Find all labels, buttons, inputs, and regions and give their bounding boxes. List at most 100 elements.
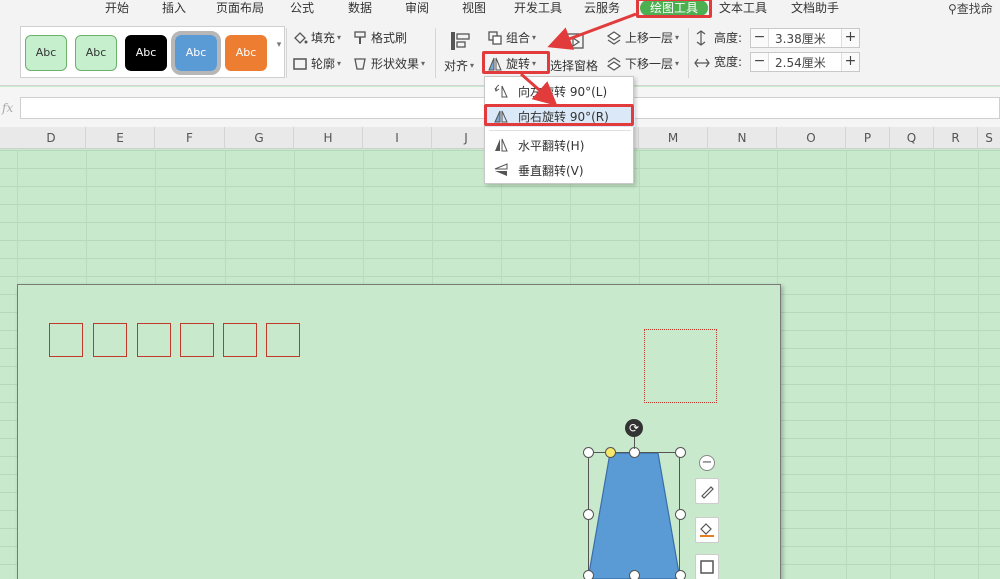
width-input[interactable] — [769, 53, 841, 71]
shape-outline-tool[interactable] — [695, 554, 719, 579]
gallery-more-icon[interactable]: ▾ — [273, 40, 285, 70]
bring-forward-icon — [606, 31, 622, 45]
shape-style-tool[interactable] — [695, 478, 719, 504]
column-header-g[interactable]: G — [225, 127, 294, 149]
column-header-m[interactable]: M — [639, 127, 708, 149]
chevron-down-icon: ▾ — [532, 33, 537, 42]
width-label: 宽度: — [714, 55, 743, 69]
adjust-handle[interactable] — [605, 447, 616, 458]
send-backward-label: 下移一层 — [625, 57, 674, 71]
tab-developer[interactable]: 开发工具 — [514, 0, 562, 18]
align-button[interactable]: 对齐 ▾ — [444, 56, 474, 76]
tab-text-tools[interactable]: 文本工具 — [719, 0, 767, 18]
shape-effects-icon — [354, 58, 366, 70]
resize-handle[interactable] — [675, 447, 686, 458]
rotate-handle-icon[interactable]: ⟳ — [625, 419, 643, 437]
height-input[interactable] — [769, 29, 841, 47]
resize-handle[interactable] — [675, 509, 686, 520]
postcode-box[interactable] — [49, 323, 83, 357]
column-header-h[interactable]: H — [294, 127, 363, 149]
tab-doc-assistant[interactable]: 文档助手 — [791, 0, 839, 18]
chevron-down-icon: ▾ — [337, 59, 342, 68]
fill-label: 填充 — [311, 31, 336, 45]
bring-forward-label: 上移一层 — [625, 31, 674, 45]
align-label: 对齐 — [444, 59, 469, 73]
flip-vertical-icon — [494, 163, 508, 176]
height-increase-button[interactable]: + — [841, 29, 859, 47]
postcode-box[interactable] — [93, 323, 127, 357]
pen-icon — [701, 486, 714, 499]
column-header-p[interactable]: P — [846, 127, 890, 149]
tab-view[interactable]: 视图 — [462, 0, 486, 18]
format-painter-icon — [354, 31, 366, 44]
rotate-menu: 向左旋转 90°(L) 向右旋转 90°(R) 水平翻转(H) 垂直翻转(V) — [484, 76, 635, 184]
highlight-drawing-tools-tab — [636, 0, 712, 18]
menu-item-flip-vertical[interactable]: 垂直翻转(V) — [485, 159, 635, 181]
fill-button[interactable]: 填充 ▾ — [292, 28, 341, 48]
chevron-down-icon: ▾ — [470, 61, 475, 70]
column-header-n[interactable]: N — [708, 127, 777, 149]
resize-handle[interactable] — [675, 570, 686, 579]
flip-horizontal-icon — [495, 138, 508, 152]
column-header-q[interactable]: Q — [890, 127, 934, 149]
format-painter-button[interactable]: 格式刷 — [352, 28, 407, 48]
selection-pane-icon — [564, 33, 584, 49]
bring-forward-button[interactable]: 上移一层 ▾ — [606, 28, 679, 48]
resize-handle[interactable] — [583, 570, 594, 579]
column-header-r[interactable]: R — [934, 127, 978, 149]
postcode-box[interactable] — [266, 323, 300, 357]
collapse-toolbar-button[interactable]: − — [699, 455, 715, 471]
outline-label: 轮廓 — [311, 57, 336, 71]
stamp-box[interactable] — [644, 329, 717, 403]
shape-style-1[interactable]: Abc — [25, 35, 67, 71]
tab-formulas[interactable]: 公式 — [290, 0, 314, 18]
align-icon — [451, 32, 470, 50]
menu-tabs: 开始 插入 页面布局 公式 数据 审阅 视图 开发工具 云服务 绘图工具 文本工… — [0, 0, 1000, 18]
chevron-down-icon: ▾ — [675, 33, 680, 42]
tab-insert[interactable]: 插入 — [162, 0, 186, 18]
column-header-f[interactable]: F — [155, 127, 225, 149]
send-backward-button[interactable]: 下移一层 ▾ — [606, 54, 679, 74]
width-stepper: − + — [750, 52, 860, 72]
postcode-box[interactable] — [223, 323, 257, 357]
selection-pane-button[interactable]: 选择窗格 — [550, 56, 598, 76]
shape-style-3[interactable]: Abc — [125, 35, 167, 71]
height-icon — [696, 30, 706, 46]
outline-button[interactable]: 轮廓 ▾ — [292, 54, 341, 74]
tab-review[interactable]: 审阅 — [405, 0, 429, 18]
search-icon: ⚲ — [948, 2, 957, 16]
shape-style-2[interactable]: Abc — [75, 35, 117, 71]
rotate-left-icon — [494, 84, 508, 98]
tab-home[interactable]: 开始 — [105, 0, 129, 18]
shape-style-gallery: Abc Abc Abc Abc Abc — [20, 26, 285, 78]
width-increase-button[interactable]: + — [841, 53, 859, 71]
menu-item-rotate-left[interactable]: 向左旋转 90°(L) — [485, 80, 635, 102]
resize-handle[interactable] — [583, 509, 594, 520]
shape-style-5[interactable]: Abc — [225, 35, 267, 71]
menu-item-flip-horizontal[interactable]: 水平翻转(H) — [485, 134, 635, 156]
menu-item-label: 向左旋转 90°(L) — [518, 84, 608, 99]
tab-cloud-service[interactable]: 云服务 — [584, 0, 620, 18]
column-header-s[interactable]: S — [978, 127, 1000, 149]
tab-page-layout[interactable]: 页面布局 — [216, 0, 264, 18]
search-box[interactable]: ⚲查找命 — [948, 0, 993, 17]
postcode-box[interactable] — [180, 323, 214, 357]
column-header-d[interactable]: D — [17, 127, 86, 149]
tab-data[interactable]: 数据 — [348, 0, 372, 18]
column-header-i[interactable]: I — [363, 127, 432, 149]
shape-effects-button[interactable]: 形状效果 ▾ — [352, 54, 425, 74]
height-decrease-button[interactable]: − — [751, 29, 769, 47]
shape-style-4[interactable]: Abc — [171, 31, 221, 75]
postcode-box[interactable] — [137, 323, 171, 357]
height-label: 高度: — [714, 31, 743, 45]
group-button[interactable]: 组合 ▾ — [487, 28, 536, 48]
chevron-down-icon: ▾ — [337, 33, 342, 42]
shape-fill-tool[interactable] — [695, 517, 719, 543]
column-header-e[interactable]: E — [86, 127, 155, 149]
width-decrease-button[interactable]: − — [751, 53, 769, 71]
column-header-o[interactable]: O — [777, 127, 846, 149]
selection-frame — [588, 452, 680, 579]
resize-handle[interactable] — [629, 570, 640, 579]
outline-icon — [293, 58, 307, 70]
resize-handle[interactable] — [583, 447, 594, 458]
